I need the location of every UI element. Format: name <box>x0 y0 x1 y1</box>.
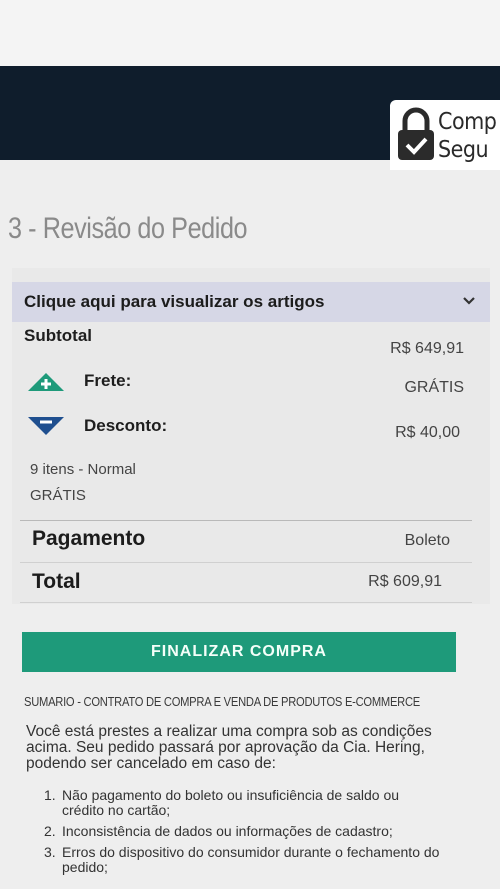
list-item: 3. Erros do dispositivo do consumidor du… <box>44 845 444 875</box>
frete-value: GRÁTIS <box>404 379 464 396</box>
divider <box>20 520 472 521</box>
view-items-toggle[interactable]: Clique aqui para visualizar os artigos <box>12 282 490 322</box>
browser-top-area <box>0 0 500 66</box>
shipping-price: GRÁTIS <box>30 487 86 504</box>
frete-label: Frete: <box>84 371 132 390</box>
contract-heading: SUMARIO - CONTRATO DE COMPRA E VENDA DE … <box>24 694 421 709</box>
list-item-number: 2. <box>44 823 56 839</box>
list-item: 1. Não pagamento do boleto ou insuficiên… <box>44 788 444 818</box>
desconto-label: Desconto: <box>84 416 168 435</box>
total-value: R$ 609,91 <box>368 573 442 590</box>
view-items-label: Clique aqui para visualizar os artigos <box>24 292 325 311</box>
list-item-text: Não pagamento do boleto ou insuficiência… <box>62 787 400 818</box>
contract-intro: Você está prestes a realizar uma compra … <box>26 723 432 772</box>
subtotal-label: Subtotal <box>24 326 92 345</box>
page-title: 3 - Revisão do Pedido <box>8 212 248 245</box>
secure-purchase-badge: Comp Segu <box>390 100 500 170</box>
list-item: 2. Inconsistência de dados ou informaçõe… <box>44 824 444 839</box>
secure-line-1: Comp <box>438 109 497 135</box>
secure-purchase-text: Comp Segu <box>438 108 497 164</box>
list-item-text: Erros do dispositivo do consumidor duran… <box>62 844 440 875</box>
divider <box>20 602 472 603</box>
divider <box>20 562 472 563</box>
payment-value: Boleto <box>404 532 450 549</box>
desconto-value: R$ 40,00 <box>395 424 460 441</box>
chevron-down-icon[interactable] <box>462 296 476 306</box>
subtotal-value: R$ 649,91 <box>390 340 464 357</box>
triangle-down-minus-icon <box>28 417 64 435</box>
payment-label: Pagamento <box>32 527 146 550</box>
list-item-number: 1. <box>44 787 56 803</box>
triangle-up-plus-icon <box>28 373 64 391</box>
list-item-text: Inconsistência de dados ou informações d… <box>62 823 393 839</box>
secure-line-2: Segu <box>438 137 489 163</box>
list-item-number: 3. <box>44 844 56 860</box>
order-summary: Clique aqui para visualizar os artigos S… <box>12 268 490 604</box>
cancellation-conditions-list: 1. Não pagamento do boleto ou insuficiên… <box>44 788 444 881</box>
total-label: Total <box>32 570 81 593</box>
finalize-purchase-button[interactable]: FINALIZAR COMPRA <box>22 632 456 672</box>
shipping-method: 9 itens - Normal <box>30 461 136 478</box>
lock-check-icon <box>398 107 434 160</box>
